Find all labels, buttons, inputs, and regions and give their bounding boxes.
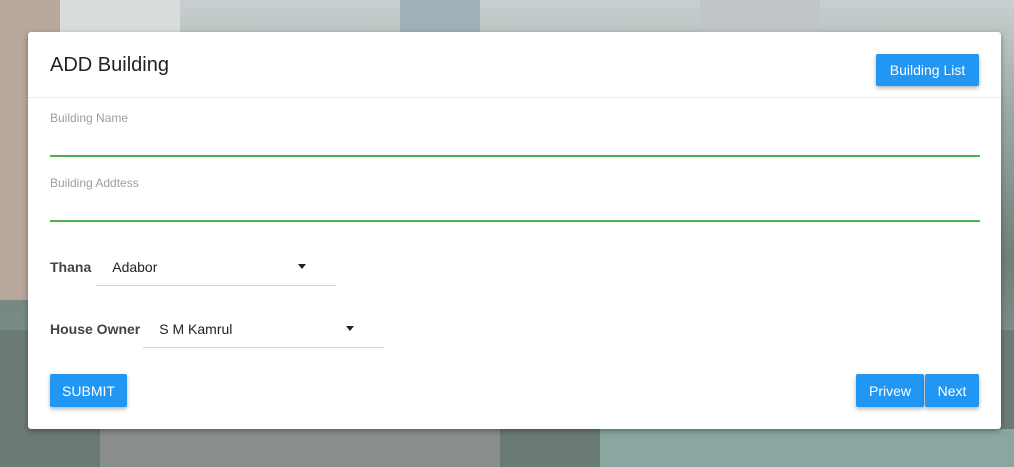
thana-selected-value: Adabor	[112, 258, 158, 275]
page-title: ADD Building	[50, 54, 169, 76]
building-address-label: Building Addtess	[50, 176, 139, 190]
building-name-label: Building Name	[50, 111, 129, 125]
thana-select[interactable]: Adabor	[96, 248, 337, 286]
house-owner-select[interactable]: S M Kamrul	[143, 310, 385, 348]
chevron-down-icon	[346, 326, 355, 331]
preview-button[interactable]: Prive‌w	[856, 374, 924, 407]
thana-row: Thana Adabor	[50, 248, 337, 286]
building-list-button[interactable]: Building List	[876, 54, 979, 86]
house-owner-selected-value: S M Kamrul	[159, 320, 233, 337]
house-owner-row: House Owner S M Kamrul	[50, 310, 385, 348]
next-button[interactable]: Next	[925, 374, 979, 407]
add-building-card: ADD Building Building List Building Name…	[28, 32, 1001, 429]
house-owner-label: House Owner	[50, 321, 141, 337]
building-name-underline	[50, 155, 980, 157]
submit-button[interactable]: SUBMIT	[50, 374, 127, 407]
thana-label: Thana	[50, 259, 92, 275]
building-name-field[interactable]: Building Name	[50, 111, 980, 157]
building-address-field[interactable]: Building Addtess	[50, 176, 980, 222]
building-address-underline	[50, 220, 980, 222]
chevron-down-icon	[298, 264, 307, 269]
card-header: ADD Building Building List	[28, 32, 1001, 98]
